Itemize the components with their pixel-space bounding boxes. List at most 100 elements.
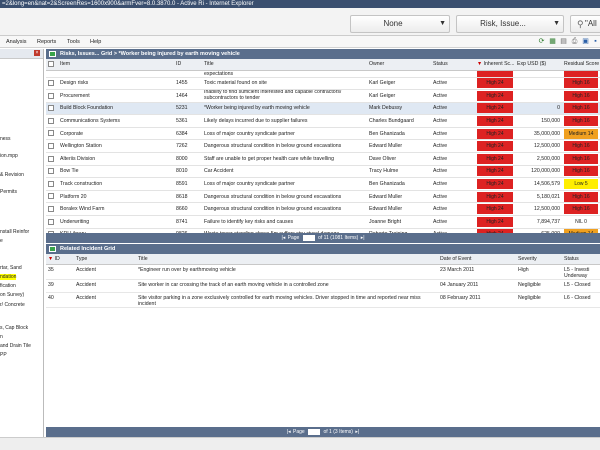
partial-row-title: expectations [202, 70, 367, 78]
table-row[interactable]: Boralex Wind Farm 8660 Dangerous structura… [46, 202, 600, 217]
sidebar-item[interactable]: PP [0, 352, 7, 358]
risks-page-input[interactable] [302, 234, 315, 241]
sidebar-item[interactable]: on Survey) [0, 292, 24, 298]
grid-icon[interactable]: ▦ [548, 38, 557, 46]
cell-item: Bow Tie [58, 165, 174, 179]
col-title[interactable]: Title [202, 59, 367, 71]
cell-id: 8591 [174, 177, 202, 191]
row-checkbox[interactable] [48, 218, 54, 225]
row-checkbox[interactable] [48, 168, 54, 175]
col-incident-id[interactable]: ▼ ID [46, 254, 74, 265]
col-severity[interactable]: Severity [516, 254, 562, 265]
residual-score-badge: High 16 [564, 204, 598, 215]
menu-tools[interactable]: Tools [67, 39, 80, 45]
table-row[interactable]: Track construction 8591 Loss of major coun… [46, 177, 600, 191]
select-all-checkbox[interactable] [48, 61, 54, 68]
row-checkbox[interactable] [48, 130, 54, 137]
table-row[interactable]: Procurement 1464 Inability to find suffici… [46, 89, 600, 103]
cell-item: Platform 20 [58, 190, 174, 204]
inherent-score-badge: High 24 [477, 216, 513, 227]
first-page-icon[interactable]: |◂ [287, 427, 291, 437]
row-checkbox[interactable] [48, 143, 54, 150]
residual-score-badge: High 16 [564, 191, 598, 202]
col-id[interactable]: ID [174, 59, 202, 71]
cell-title: Dangerous structural condition in below … [202, 139, 367, 154]
menu-help[interactable]: Help [90, 39, 101, 45]
sidebar-item[interactable]: nstall Reinfor [0, 229, 29, 235]
sidebar-item[interactable]: & Revision [0, 172, 24, 178]
refresh-icon[interactable]: ⟳ [537, 38, 546, 46]
table-row[interactable]: Design risks 1455 Toxic material found on … [46, 77, 600, 91]
inherent-score-badge: High 24 [477, 153, 513, 164]
sidebar-item[interactable]: Permits [0, 189, 17, 195]
table-row[interactable]: Underwriting 8741 Failure to identify key … [46, 215, 600, 229]
sidebar-item[interactable]: fication [0, 283, 16, 289]
last-page-icon[interactable]: ▸| [361, 233, 365, 243]
row-checkbox[interactable] [48, 180, 54, 187]
incident-page-input[interactable] [308, 428, 321, 435]
table-row[interactable]: Wellington Station 7262 Dangerous structur… [46, 139, 600, 154]
row-checkbox[interactable] [48, 105, 54, 112]
sidebar-item[interactable]: ness [0, 136, 11, 142]
col-item[interactable]: Item [58, 59, 174, 71]
row-checkbox[interactable] [48, 206, 54, 213]
table-row[interactable]: 35 Accident *Engineer run over by earthmov… [46, 264, 600, 280]
table-row[interactable]: Corporate 6384 Loss of major country syndi… [46, 127, 600, 141]
help-icon[interactable]: ▪ [591, 38, 600, 46]
residual-badge-partial [564, 70, 598, 76]
col-status[interactable]: Status [431, 59, 475, 71]
risks-table-header-row: Item ID Title Owner Status ▼ Inherent Sc… [46, 59, 600, 71]
residual-score-badge: High 16 [564, 166, 598, 177]
table-row[interactable]: 40 Accident Site visitor parking in a zone… [46, 292, 600, 308]
sidebar-item[interactable]: r/ Concrete [0, 302, 25, 308]
close-icon[interactable]: × [34, 50, 40, 56]
cell-owner: Mark Debussy [367, 102, 431, 116]
incident-grid-header: Related Incident Grid [46, 244, 600, 254]
table-row[interactable]: Bow Tie 8010 Car Accident Tracy Hulme Active… [46, 165, 600, 179]
last-page-icon[interactable]: ▸| [355, 427, 359, 437]
incident-grid-title: Related Incident Grid [60, 246, 116, 252]
cell-exp: 2,500,000 [515, 152, 562, 166]
cell-item: Track construction [58, 177, 174, 191]
col-owner[interactable]: Owner [367, 59, 431, 71]
sidebar-item[interactable]: e [0, 238, 3, 244]
row-checkbox[interactable] [48, 80, 54, 87]
row-checkbox[interactable] [48, 92, 54, 99]
col-date[interactable]: Date of Event [438, 254, 516, 265]
menu-reports[interactable]: Reports [37, 39, 56, 45]
sidebar-item[interactable]: and Drain Tile [0, 343, 31, 349]
row-checkbox[interactable] [48, 117, 54, 124]
col-incident-status[interactable]: Status [562, 254, 600, 265]
sidebar-item[interactable]: rtar, Sand [0, 265, 22, 271]
export-icon[interactable]: ▣ [581, 38, 590, 46]
sidebar-item[interactable]: ndation [0, 274, 17, 280]
table-row[interactable]: Communications Systems 5361 Likely delays … [46, 114, 600, 128]
filter-icon: ⚲ [577, 19, 584, 29]
menu-analysis[interactable]: Analysis [6, 39, 26, 45]
chevron-down-icon: ▼ [439, 20, 446, 27]
col-incident-title[interactable]: Title [136, 254, 438, 265]
col-inherent[interactable]: ▼ Inherent Sc... [475, 59, 515, 71]
col-type[interactable]: Type [74, 254, 136, 265]
col-exp[interactable]: Exp USD ($) [515, 59, 562, 71]
print-icon[interactable]: ⎙ [570, 38, 579, 46]
table-row[interactable]: Build Block Foundation 5231 *Worker being … [46, 102, 600, 116]
combo-filter-none[interactable]: None ▼ [350, 15, 450, 33]
first-page-icon[interactable]: |◂ [281, 233, 285, 243]
row-checkbox[interactable] [48, 193, 54, 200]
table-row[interactable]: 39 Accident Site worker in car crossing th… [46, 279, 600, 293]
table-row[interactable]: Platform 20 8618 Dangerous structural cond… [46, 190, 600, 204]
row-checkbox[interactable] [48, 155, 54, 162]
sidebar-item[interactable]: ion.mpp [0, 153, 18, 159]
cell-exp: 0 [515, 102, 562, 116]
table-row[interactable]: Alteriis Division 8000 Staff are unable to… [46, 152, 600, 166]
sidebar-item[interactable]: n [0, 334, 3, 340]
col-residual[interactable]: Residual Score [562, 59, 600, 71]
sidebar-item[interactable]: s, Cap Block [0, 325, 28, 331]
combo-all[interactable]: ⚲ "All [570, 15, 600, 33]
document-icon[interactable]: ▤ [559, 38, 568, 46]
combo-risk-type[interactable]: Risk, Issue... ▼ [456, 15, 564, 33]
sort-desc-icon: ▼ [477, 61, 483, 68]
cell-status: Active [431, 215, 475, 229]
cell-type: Accident [74, 292, 136, 308]
